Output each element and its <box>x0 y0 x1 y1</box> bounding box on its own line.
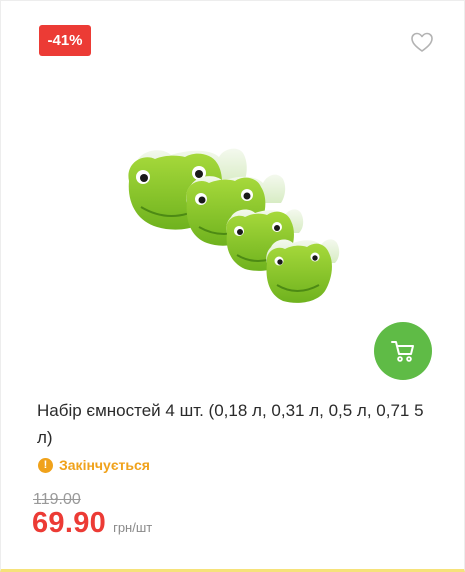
product-card[interactable]: -41% Набір ємностей 4 шт. (0,18 л, 0,31 … <box>0 0 465 572</box>
price-row: 69.90 грн/шт <box>32 507 152 540</box>
cart-icon <box>391 341 414 362</box>
heart-icon <box>411 32 433 52</box>
stock-status-label: Закінчується <box>59 457 150 473</box>
product-image[interactable] <box>119 141 351 313</box>
price-unit: грн/шт <box>113 520 153 535</box>
stock-status: ! Закінчується <box>38 457 150 473</box>
frog-container-smallest <box>266 239 340 303</box>
add-to-cart-button[interactable] <box>374 322 432 380</box>
exclamation-icon: ! <box>38 457 53 473</box>
discount-badge: -41% <box>39 25 91 56</box>
wishlist-button[interactable] <box>409 30 435 54</box>
product-name[interactable]: Набір ємностей 4 шт. (0,18 л, 0,31 л, 0,… <box>37 397 437 451</box>
current-price: 69.90 <box>32 507 107 539</box>
